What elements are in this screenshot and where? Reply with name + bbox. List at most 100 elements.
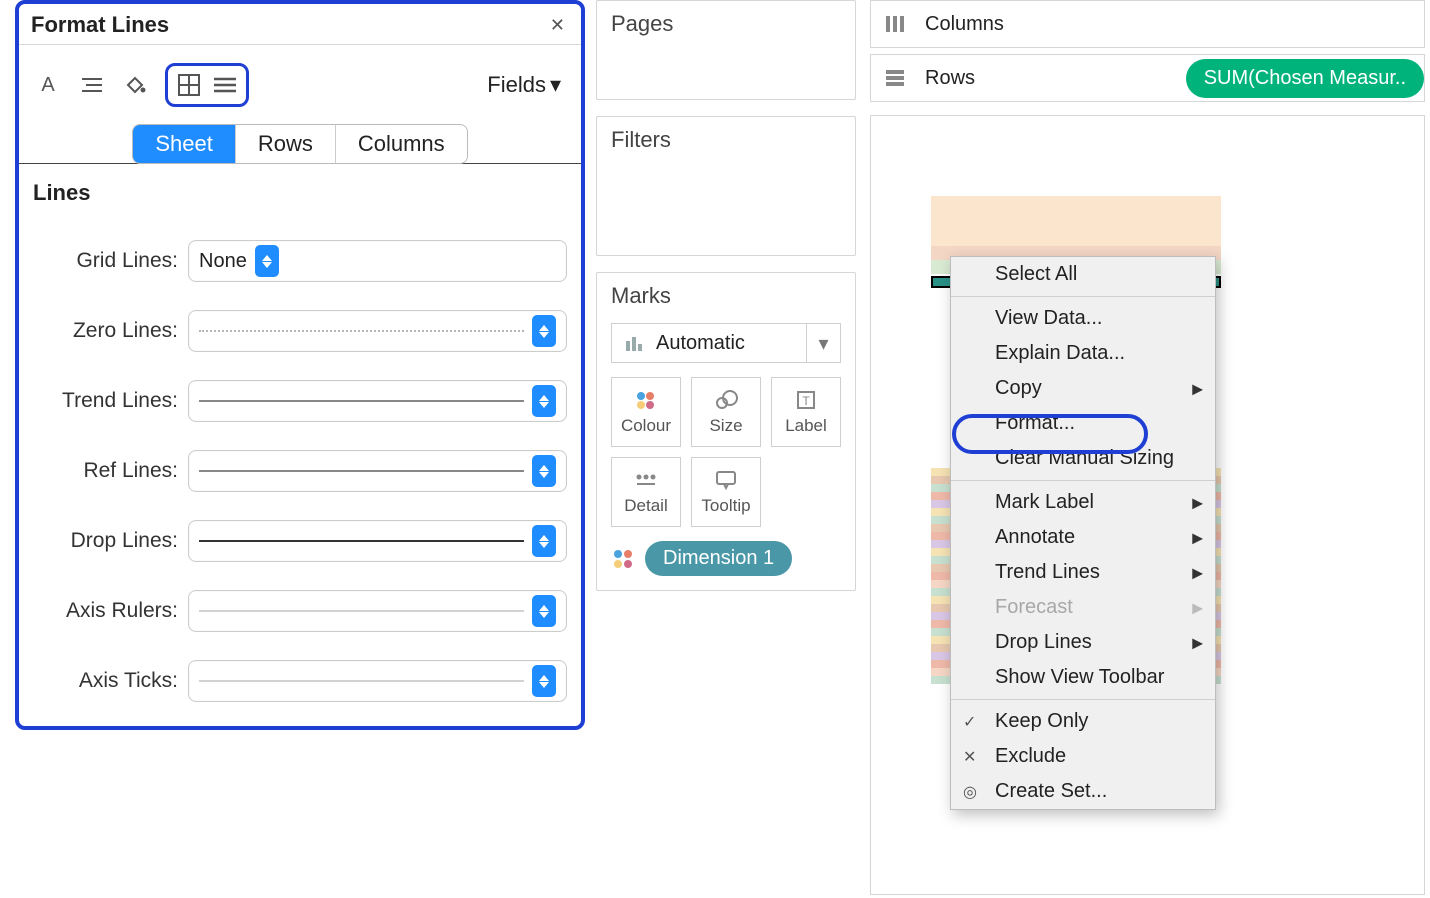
svg-text:T: T bbox=[802, 394, 810, 408]
stepper-icon[interactable] bbox=[255, 245, 279, 277]
ctx-copy[interactable]: Copy▶ bbox=[951, 371, 1215, 406]
middle-column: Pages Filters Marks Automatic ▾ Colour bbox=[596, 0, 856, 607]
ref-lines-select[interactable] bbox=[188, 450, 567, 492]
mark-type-select[interactable]: Automatic ▾ bbox=[611, 323, 841, 363]
mark-tooltip-label: Tooltip bbox=[701, 496, 750, 516]
line-preview-dark bbox=[199, 540, 524, 542]
stepper-icon[interactable] bbox=[532, 315, 556, 347]
format-title: Format Lines bbox=[31, 12, 546, 38]
ctx-mark-label[interactable]: Mark Label▶ bbox=[951, 485, 1215, 520]
submenu-arrow-icon: ▶ bbox=[1192, 564, 1203, 581]
submenu-arrow-icon: ▶ bbox=[1192, 380, 1203, 397]
submenu-arrow-icon: ▶ bbox=[1192, 529, 1203, 546]
font-format-icon[interactable]: A bbox=[33, 70, 63, 100]
filters-shelf[interactable]: Filters bbox=[596, 116, 856, 256]
tab-sheet[interactable]: Sheet bbox=[133, 125, 236, 163]
alignment-icon[interactable] bbox=[77, 70, 107, 100]
caret-down-icon: ▾ bbox=[550, 72, 561, 98]
menu-separator bbox=[951, 699, 1215, 700]
columns-shelf[interactable]: Columns bbox=[870, 0, 1425, 48]
line-preview-dotted bbox=[199, 330, 524, 332]
check-icon: ✓ bbox=[963, 712, 976, 732]
trend-lines-select[interactable] bbox=[188, 380, 567, 422]
borders-lines-icon-group bbox=[165, 63, 249, 107]
rows-measure-pill[interactable]: SUM(Chosen Measur.. bbox=[1186, 59, 1424, 98]
ctx-exclude[interactable]: ✕Exclude bbox=[951, 739, 1215, 774]
tab-columns[interactable]: Columns bbox=[336, 125, 467, 163]
submenu-arrow-icon: ▶ bbox=[1192, 494, 1203, 511]
colour-icon bbox=[635, 388, 657, 412]
detail-icon bbox=[635, 468, 657, 492]
ctx-view-data[interactable]: View Data... bbox=[951, 301, 1215, 336]
ctx-explain-data[interactable]: Explain Data... bbox=[951, 336, 1215, 371]
mark-size-label: Size bbox=[709, 416, 742, 436]
drop-lines-label: Drop Lines: bbox=[33, 529, 188, 553]
close-icon[interactable]: ✕ bbox=[546, 15, 569, 36]
axis-rulers-label: Axis Rulers: bbox=[33, 599, 188, 623]
ctx-clear-manual-sizing[interactable]: Clear Manual Sizing bbox=[951, 441, 1215, 476]
stepper-icon[interactable] bbox=[532, 595, 556, 627]
rows-icon bbox=[885, 69, 911, 87]
fields-dropdown[interactable]: Fields ▾ bbox=[487, 72, 567, 98]
shading-icon[interactable] bbox=[121, 70, 151, 100]
stepper-icon[interactable] bbox=[532, 385, 556, 417]
drop-lines-select[interactable] bbox=[188, 520, 567, 562]
ctx-select-all[interactable]: Select All bbox=[951, 257, 1215, 292]
tab-rows[interactable]: Rows bbox=[236, 125, 336, 163]
ctx-trend-lines[interactable]: Trend Lines▶ bbox=[951, 555, 1215, 590]
trend-lines-label: Trend Lines: bbox=[33, 389, 188, 413]
columns-icon bbox=[885, 15, 911, 33]
ctx-format[interactable]: Format... bbox=[951, 406, 1215, 441]
size-icon bbox=[714, 388, 738, 412]
format-lines-panel: Format Lines ✕ A Fields ▾ Sheet Rows Col… bbox=[15, 0, 585, 730]
stepper-icon[interactable] bbox=[532, 665, 556, 697]
lines-icon[interactable] bbox=[210, 70, 240, 100]
lines-section-heading: Lines bbox=[19, 164, 581, 212]
ctx-keep-only[interactable]: ✓Keep Only bbox=[951, 704, 1215, 739]
ctx-show-view-toolbar[interactable]: Show View Toolbar bbox=[951, 660, 1215, 695]
columns-label: Columns bbox=[925, 13, 1004, 36]
zero-lines-row: Zero Lines: bbox=[33, 310, 567, 352]
stepper-icon[interactable] bbox=[532, 455, 556, 487]
axis-rulers-row: Axis Rulers: bbox=[33, 590, 567, 632]
zero-lines-select[interactable] bbox=[188, 310, 567, 352]
ref-lines-label: Ref Lines: bbox=[33, 459, 188, 483]
rows-shelf[interactable]: Rows SUM(Chosen Measur.. bbox=[870, 54, 1425, 102]
pages-title: Pages bbox=[611, 11, 841, 37]
mark-tooltip-button[interactable]: Tooltip bbox=[691, 457, 761, 527]
mark-detail-button[interactable]: Detail bbox=[611, 457, 681, 527]
line-preview bbox=[199, 470, 524, 472]
line-preview-light bbox=[199, 610, 524, 612]
context-menu: Select All View Data... Explain Data... … bbox=[950, 256, 1216, 810]
label-icon: T bbox=[796, 388, 816, 412]
drop-lines-row: Drop Lines: bbox=[33, 520, 567, 562]
caret-down-icon: ▾ bbox=[806, 324, 840, 362]
mark-label-button[interactable]: T Label bbox=[771, 377, 841, 447]
grid-lines-label: Grid Lines: bbox=[33, 249, 188, 273]
ctx-forecast: Forecast▶ bbox=[951, 590, 1215, 625]
submenu-arrow-icon: ▶ bbox=[1192, 599, 1203, 616]
stepper-icon[interactable] bbox=[532, 525, 556, 557]
mark-type-label: Automatic bbox=[656, 332, 745, 355]
axis-rulers-select[interactable] bbox=[188, 590, 567, 632]
ctx-drop-lines[interactable]: Drop Lines▶ bbox=[951, 625, 1215, 660]
dimension-pill[interactable]: Dimension 1 bbox=[645, 541, 792, 576]
grid-lines-select[interactable]: None bbox=[188, 240, 567, 282]
menu-separator bbox=[951, 480, 1215, 481]
axis-ticks-select[interactable] bbox=[188, 660, 567, 702]
mark-size-button[interactable]: Size bbox=[691, 377, 761, 447]
mark-label-label: Label bbox=[785, 416, 827, 436]
format-header: Format Lines ✕ bbox=[19, 4, 581, 45]
mark-colour-button[interactable]: Colour bbox=[611, 377, 681, 447]
pages-shelf[interactable]: Pages bbox=[596, 0, 856, 100]
mark-buttons-grid: Colour Size T Label Detail bbox=[611, 377, 841, 527]
tooltip-icon bbox=[715, 468, 737, 492]
ctx-create-set[interactable]: ◎Create Set... bbox=[951, 774, 1215, 809]
grid-lines-row: Grid Lines: None bbox=[33, 240, 567, 282]
menu-separator bbox=[951, 296, 1215, 297]
grid-lines-value: None bbox=[199, 250, 247, 273]
colour-legend-icon bbox=[611, 550, 635, 568]
ctx-annotate[interactable]: Annotate▶ bbox=[951, 520, 1215, 555]
borders-icon[interactable] bbox=[174, 70, 204, 100]
zero-lines-label: Zero Lines: bbox=[33, 319, 188, 343]
